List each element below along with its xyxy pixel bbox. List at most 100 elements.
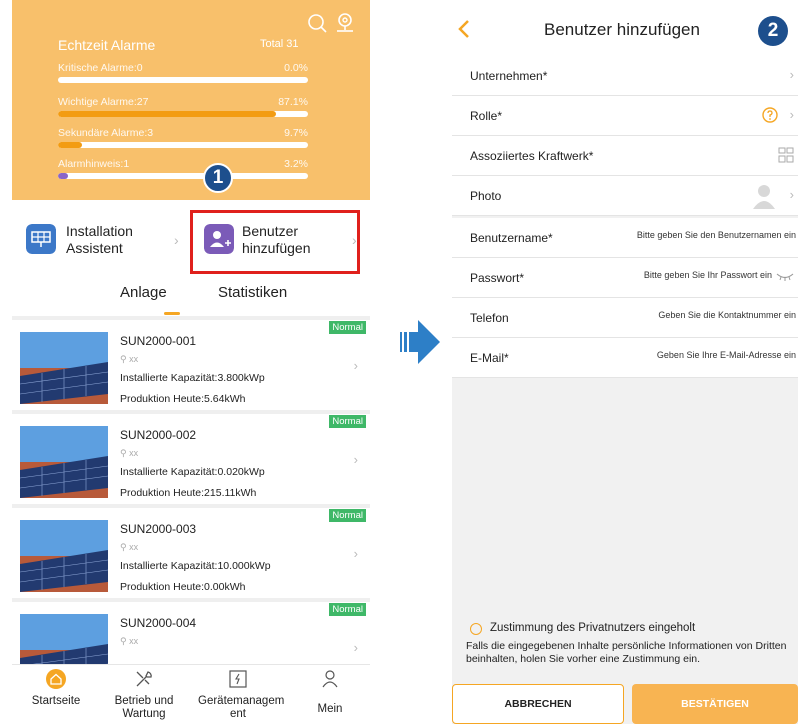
- form-row-benutzername: Benutzername*: [452, 218, 798, 258]
- plant-list-item[interactable]: SUN2000-002 ⚲ xx Installierte Kapazität:…: [12, 410, 370, 504]
- field-label: Benutzername*: [470, 231, 553, 245]
- location-pin-icon: ⚲: [120, 448, 130, 458]
- form-row-unternehmen[interactable]: Unternehmen* ›: [452, 56, 798, 96]
- plant-tabs: Anlage Statistiken: [12, 282, 370, 316]
- alarm-progress-track: [58, 77, 308, 83]
- alarm-label: Sekundäre Alarme:3: [58, 127, 154, 139]
- alarm-row-major[interactable]: Wichtige Alarme:27 87.1%: [58, 96, 308, 122]
- location-pin-icon: ⚲: [120, 636, 130, 646]
- nav-label: Betrieb und Wartung: [114, 695, 174, 720]
- avatar-placeholder-icon[interactable]: [750, 181, 778, 209]
- alarm-panel-title: Echtzeit Alarme: [58, 37, 156, 53]
- alarm-label: Wichtige Alarme:27: [58, 96, 149, 108]
- plant-name: SUN2000-004: [120, 616, 197, 630]
- step-marker-2: 2: [758, 16, 788, 46]
- nav-geraetemanagement[interactable]: Gerätemanagem ent: [198, 665, 285, 724]
- help-icon[interactable]: [762, 107, 778, 123]
- alarm-percentage: 9.7%: [284, 127, 308, 139]
- step-marker-1: 1: [203, 163, 233, 193]
- nav-label: Gerätemanagem ent: [198, 695, 285, 720]
- location-pin-icon: ⚲: [120, 354, 130, 364]
- cancel-button[interactable]: ABBRECHEN: [452, 684, 624, 724]
- email-input[interactable]: [586, 350, 796, 360]
- tab-statistiken[interactable]: Statistiken: [218, 284, 287, 301]
- highlight-box: [190, 210, 360, 274]
- plant-list-item[interactable]: SUN2000-003 ⚲ xx Installierte Kapazität:…: [12, 504, 370, 598]
- field-label: Assoziiertes Kraftwerk*: [470, 149, 594, 163]
- add-user-header: Benutzer hinzufügen 2: [452, 0, 798, 58]
- chevron-right-icon: ›: [353, 452, 358, 467]
- nav-label: Startseite: [31, 695, 81, 707]
- form-row-passwort: Passwort*: [452, 258, 798, 298]
- alarm-row-minor[interactable]: Sekundäre Alarme:3 9.7%: [58, 127, 308, 153]
- chevron-right-icon: ›: [789, 67, 794, 82]
- plant-thumbnail: [20, 520, 108, 592]
- consent-radio[interactable]: [470, 623, 482, 635]
- consent-label[interactable]: Zustimmung des Privatnutzers eingeholt: [490, 622, 695, 634]
- plant-name: SUN2000-003: [120, 522, 197, 536]
- nav-startseite[interactable]: Startseite: [16, 665, 96, 724]
- alarm-progress-track: [58, 111, 308, 117]
- alarm-label: Alarmhinweis:1: [58, 158, 130, 170]
- status-badge: Normal: [329, 509, 366, 522]
- form-row-rolle[interactable]: Rolle* ›: [452, 96, 798, 136]
- user-icon: [322, 670, 338, 688]
- form-row-email: E-Mail*: [452, 338, 798, 378]
- plant-capacity: Installierte Kapazität:0.020kWp: [120, 466, 265, 478]
- confirm-button[interactable]: BESTÄTIGEN: [632, 684, 798, 724]
- alarm-row-critical[interactable]: Kritische Alarme:0 0.0%: [58, 62, 308, 88]
- search-icon[interactable]: [306, 12, 328, 34]
- plant-thumbnail: [20, 426, 108, 498]
- right-phone-screen: Benutzer hinzufügen 2 Unternehmen* › Rol…: [452, 0, 798, 724]
- consent-note: Falls die eingegebenen Inhalte persönlic…: [466, 640, 787, 665]
- plant-list-item[interactable]: SUN2000-001 ⚲ xx Installierte Kapazität:…: [12, 316, 370, 410]
- field-label: Rolle*: [470, 109, 503, 123]
- nav-betrieb-und-wartung[interactable]: Betrieb und Wartung: [104, 665, 184, 724]
- alarm-row-warning[interactable]: Alarmhinweis:1 3.2%: [58, 158, 308, 184]
- field-label: Unternehmen*: [470, 69, 548, 83]
- flow-arrow-icon: [400, 320, 440, 364]
- realtime-alarm-panel: Echtzeit Alarme Total 31 Kritische Alarm…: [12, 0, 370, 200]
- chevron-right-icon: ›: [353, 640, 358, 655]
- field-label: Passwort*: [470, 271, 525, 285]
- plant-select-icon[interactable]: [778, 147, 794, 163]
- alarm-progress-track: [58, 173, 308, 179]
- home-icon: [46, 669, 66, 689]
- alarm-percentage: 0.0%: [284, 62, 308, 74]
- back-arrow-icon[interactable]: [456, 18, 472, 40]
- field-label: E-Mail*: [470, 351, 509, 365]
- field-label: Telefon: [470, 311, 509, 325]
- plant-name: SUN2000-002: [120, 428, 197, 442]
- form-row-assoziiertes-kraftwerk[interactable]: Assoziiertes Kraftwerk*: [452, 136, 798, 176]
- hide-password-icon[interactable]: [776, 272, 794, 282]
- form-row-telefon: Telefon: [452, 298, 798, 338]
- tab-anlage[interactable]: Anlage: [120, 284, 167, 301]
- status-badge: Normal: [329, 321, 366, 334]
- chevron-right-icon: ›: [353, 546, 358, 561]
- location-icon[interactable]: [334, 12, 356, 34]
- plant-location: ⚲ xx: [120, 636, 139, 646]
- status-badge: Normal: [329, 603, 366, 616]
- plant-capacity: Installierte Kapazität:10.000kWp: [120, 560, 271, 572]
- status-badge: Normal: [329, 415, 366, 428]
- nav-mein[interactable]: Mein: [290, 665, 370, 724]
- active-tab-indicator: [164, 312, 180, 315]
- plant-production-today: Produktion Heute:215.11kWh: [120, 487, 257, 499]
- plant-production-today: Produktion Heute:5.64kWh: [120, 393, 246, 405]
- alarm-progress-track: [58, 142, 308, 148]
- installation-assistant-shortcut[interactable]: Installation Assistent ›: [12, 212, 188, 274]
- alarm-progress-fill: [58, 142, 83, 148]
- alarm-label: Kritische Alarme:0: [58, 62, 143, 74]
- form-row-photo[interactable]: Photo ›: [452, 176, 798, 216]
- phone-input[interactable]: [586, 310, 796, 320]
- username-input[interactable]: [586, 230, 796, 240]
- alarm-percentage: 87.1%: [278, 96, 308, 108]
- field-label: Photo: [470, 189, 502, 203]
- chevron-right-icon: ›: [789, 107, 794, 122]
- tools-icon: [136, 671, 152, 687]
- chevron-right-icon: ›: [353, 358, 358, 373]
- alarm-progress-fill: [58, 173, 68, 179]
- plant-capacity: Installierte Kapazität:3.800kWp: [120, 372, 265, 384]
- nav-label: Mein: [317, 703, 343, 715]
- password-input[interactable]: [562, 270, 772, 280]
